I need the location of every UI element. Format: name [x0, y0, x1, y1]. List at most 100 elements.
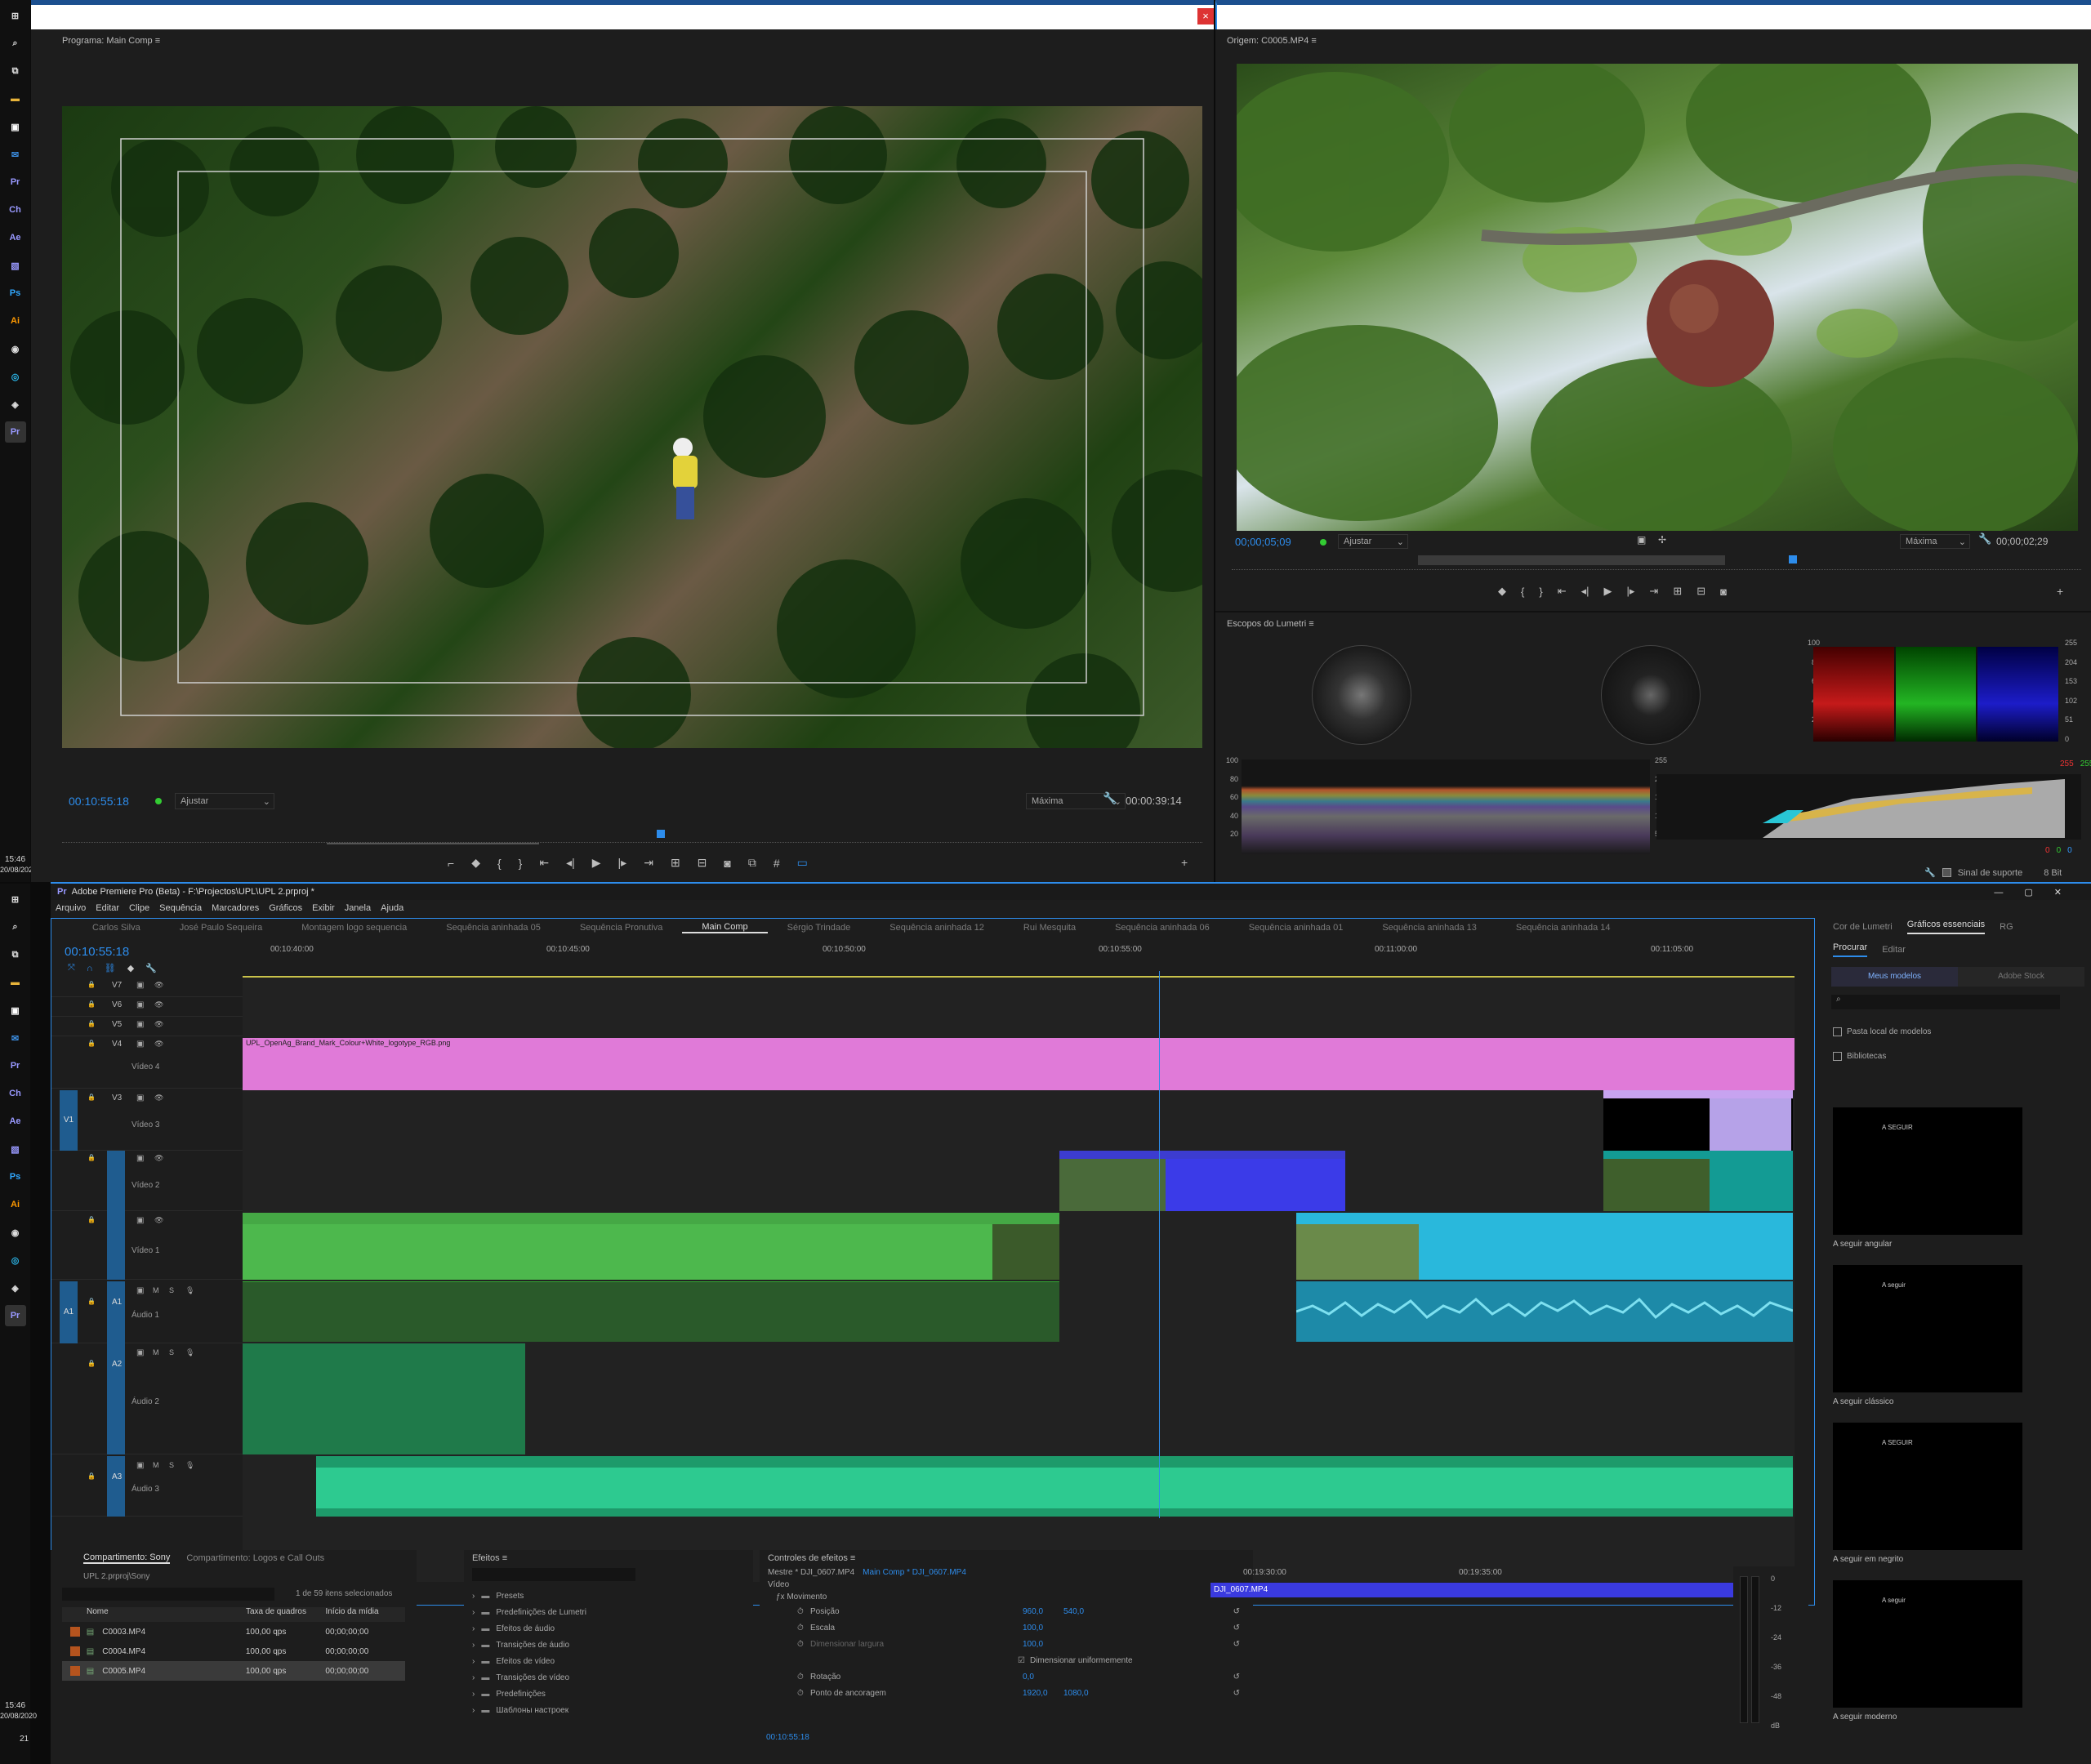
track-label[interactable]: V7	[112, 981, 122, 990]
audio-clip-a3[interactable]	[316, 1456, 1793, 1517]
go-out-icon[interactable]: ⇥	[1649, 585, 1658, 598]
film-icon[interactable]: ▣	[136, 1000, 144, 1009]
premiere-active-icon[interactable]: Pr	[4, 421, 26, 443]
go-in-icon[interactable]: ⇤	[539, 856, 549, 870]
solo-button[interactable]: S	[169, 1461, 174, 1469]
project-col-1[interactable]: Taxa de quadros	[246, 1607, 326, 1622]
tab-sequence-9[interactable]: Sequência aninhada 06	[1095, 923, 1229, 933]
eye-icon[interactable]: 👁	[154, 1154, 163, 1163]
search-icon[interactable]: ⌕	[5, 916, 26, 938]
program-panel-title[interactable]: Programa: Main Comp ≡	[62, 36, 160, 46]
step-forward-icon[interactable]: |▸	[1627, 585, 1635, 598]
program-fit-select[interactable]: Ajustar ⌄	[175, 793, 274, 809]
effects-folder-4[interactable]: › ▬ Efeitos de vídeo	[472, 1653, 745, 1669]
edge-icon[interactable]: ◎	[5, 366, 26, 387]
checkbox[interactable]: ☑	[1018, 1656, 1025, 1665]
table-row[interactable]: ▤ C0003.MP4 100,00 qps 00;00;00;00	[62, 1622, 405, 1642]
compare-icon[interactable]: ⧉	[748, 856, 756, 870]
menu-3[interactable]: Sequência	[159, 903, 202, 913]
template-card[interactable]: A seguir A seguir moderno	[1833, 1580, 2022, 1722]
store-icon[interactable]: ▣	[5, 116, 26, 137]
play-icon[interactable]: ▶	[1604, 585, 1612, 598]
stopwatch-icon[interactable]: ⏱	[797, 1624, 810, 1633]
lock-icon[interactable]: 🔒	[87, 981, 96, 988]
stopwatch-icon[interactable]: ⏱	[797, 1640, 810, 1649]
after-effects-icon[interactable]: Ae	[5, 1111, 26, 1132]
source-patch-a1[interactable]: A1	[60, 1281, 78, 1343]
mute-button[interactable]: M	[153, 1286, 159, 1294]
linked-icon[interactable]: ⛓	[105, 963, 116, 973]
audio-clip-a1-green[interactable]	[243, 1281, 1059, 1342]
project-col-0[interactable]: Nome	[87, 1607, 246, 1622]
ec-prop-3[interactable]: ⏱ Rotação 0,0 ↺	[760, 1668, 1253, 1685]
program-video-frame[interactable]	[62, 106, 1202, 748]
windows-icon[interactable]: ⊞	[5, 889, 26, 910]
illustrator-icon[interactable]: Ai	[5, 310, 26, 332]
track-label[interactable]: A2	[112, 1360, 122, 1369]
prop-value2[interactable]: 1080,0	[1063, 1689, 1104, 1698]
notification-badge[interactable]: 21	[20, 1735, 29, 1744]
label-swatch[interactable]	[70, 1646, 80, 1656]
film-icon[interactable]: ▣	[136, 1040, 144, 1049]
template-card[interactable]: A seguir A seguir clássico	[1833, 1265, 2022, 1406]
uniform-scale-check[interactable]: ☑ Dimensionar uniformemente	[760, 1652, 1253, 1668]
effects-search-input[interactable]	[472, 1568, 635, 1581]
resolve-icon[interactable]: ◈	[5, 1277, 26, 1298]
character-animator-icon[interactable]: Ch	[5, 1083, 26, 1104]
resolve-icon[interactable]: ◈	[5, 394, 26, 415]
eg-search-input[interactable]: ⌕	[1831, 995, 2060, 1009]
label-swatch[interactable]	[70, 1627, 80, 1637]
source-timecode[interactable]: 00;00;05;09	[1235, 536, 1291, 548]
eg-subtab-1[interactable]: Editar	[1882, 945, 1906, 955]
step-back-icon[interactable]: ◂|	[566, 856, 575, 870]
taskbar-clock[interactable]: 15:46 20/08/2020	[0, 854, 37, 875]
lock-icon[interactable]: 🔒	[87, 1216, 96, 1223]
lock-icon[interactable]: 🔒	[87, 1154, 96, 1161]
template-thumb[interactable]: A SEGUIR	[1833, 1107, 2022, 1235]
chrome-icon[interactable]: ◉	[5, 1222, 26, 1243]
clip-lower-third[interactable]: Lower - Standard.avi	[1603, 1090, 1793, 1151]
mic-icon[interactable]: 🎙	[185, 1461, 194, 1470]
eye-icon[interactable]: 👁	[154, 1216, 163, 1225]
my-templates-toggle[interactable]: Meus modelos	[1831, 967, 1958, 987]
source-quality-select[interactable]: Máxima ⌄	[1900, 534, 1970, 549]
eg-subtab-0[interactable]: Procurar	[1833, 942, 1868, 957]
film-icon[interactable]: ▣	[136, 1348, 144, 1357]
search-icon[interactable]: ⌕	[5, 33, 26, 54]
track-label[interactable]: V4	[112, 1040, 122, 1049]
project-search-input[interactable]	[62, 1588, 274, 1601]
illustrator-icon[interactable]: Ai	[5, 1194, 26, 1215]
track-label[interactable]: V5	[112, 1020, 122, 1029]
track-target[interactable]	[107, 1456, 125, 1517]
mute-button[interactable]: M	[153, 1461, 159, 1469]
task-view-icon[interactable]: ⧉	[5, 60, 26, 82]
tab-sequence-2[interactable]: Montagem logo sequencia	[282, 923, 426, 933]
photoshop-icon[interactable]: Ps	[5, 283, 26, 304]
project-tab-1[interactable]: Compartimento: Logos e Call Outs	[186, 1553, 324, 1563]
prop-value2[interactable]: 540,0	[1063, 1607, 1104, 1616]
menu-2[interactable]: Clipe	[129, 903, 149, 913]
source-patch-v1[interactable]: V1	[60, 1090, 78, 1151]
table-row[interactable]: ▤ C0005.MP4 100,00 qps 00;00;00;00	[62, 1661, 405, 1681]
task-view-icon[interactable]: ⧉	[5, 944, 26, 965]
project-tab-0[interactable]: Compartimento: Sony	[83, 1552, 171, 1564]
lock-icon[interactable]: 🔒	[87, 1360, 96, 1367]
eye-icon[interactable]: 👁	[154, 1094, 163, 1102]
add-button-icon[interactable]: +	[2057, 585, 2063, 598]
window-controls[interactable]: —▢✕	[1994, 887, 2083, 898]
film-icon[interactable]: ▣	[136, 1094, 144, 1102]
template-thumb[interactable]: A seguir	[1833, 1265, 2022, 1392]
ec-motion[interactable]: ƒx Movimento	[760, 1591, 1253, 1603]
tab-sequence-6[interactable]: Sérgio Trindade	[768, 923, 871, 933]
mini-clip[interactable]: DJI_0607.MP4	[1210, 1583, 1759, 1597]
settings-wrench-icon[interactable]: 🔧	[1103, 791, 1117, 805]
track-label[interactable]: V3	[112, 1094, 122, 1102]
prop-value[interactable]: 100,0	[1023, 1624, 1063, 1633]
mark-in-icon[interactable]: ⌐	[448, 857, 454, 870]
chrome-icon[interactable]: ◉	[5, 338, 26, 359]
media-encoder-icon[interactable]: ▧	[5, 255, 26, 276]
panel-menu-icon[interactable]: ≡	[1311, 36, 1316, 46]
in-brace-icon[interactable]: {	[497, 857, 502, 870]
character-animator-icon[interactable]: Ch	[5, 199, 26, 220]
stopwatch-icon[interactable]: ⏱	[797, 1673, 810, 1682]
